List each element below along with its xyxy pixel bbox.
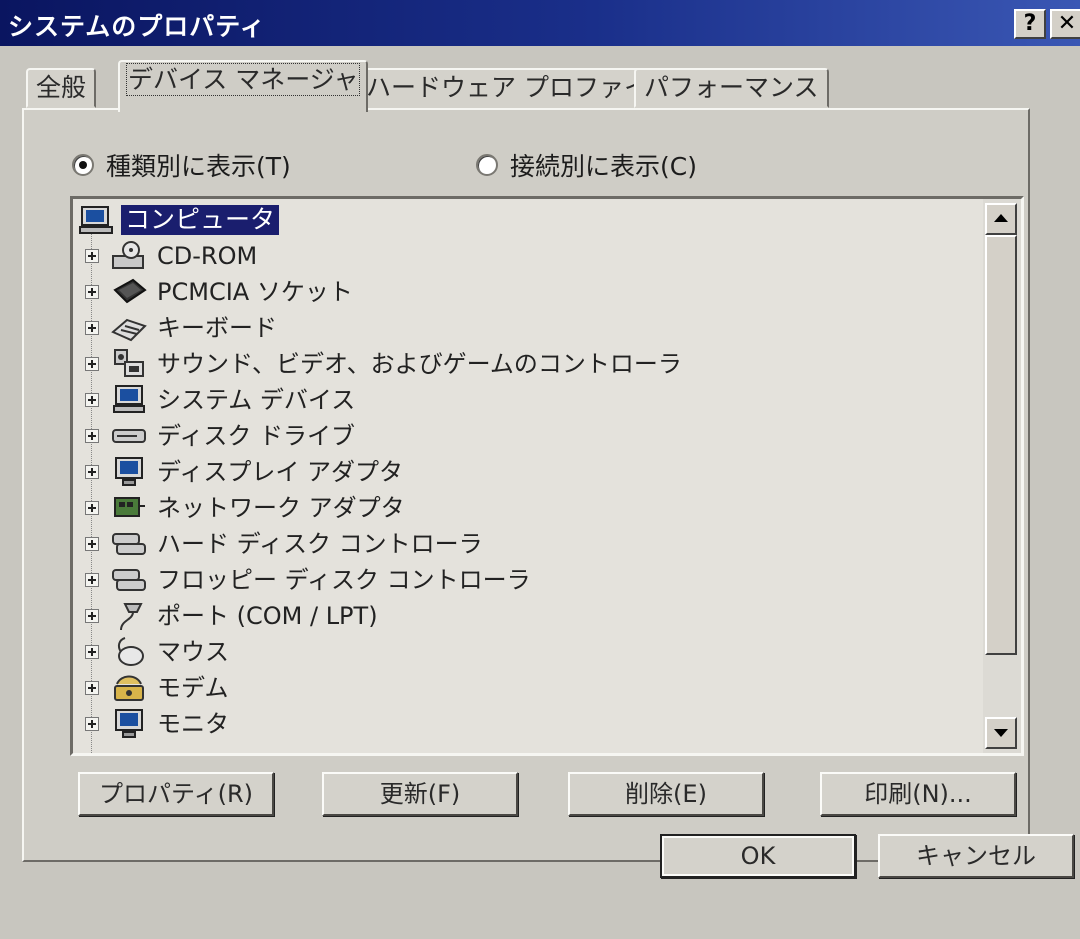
tab-general[interactable]: 全般 [26,68,97,108]
mouse-icon [117,637,144,666]
close-icon: ✕ [1057,11,1077,36]
expand-toggle[interactable] [85,537,99,551]
display-adapter-icon [115,457,143,486]
tab-hardware-profiles-label: ハードウェア プロファイル [366,73,674,102]
tree-item-label: マウス [157,638,229,666]
keyboard-icon [111,318,147,342]
network-adapter-icon [114,497,145,517]
arrow-down-icon [994,729,1008,737]
tree-item-label: モニタ [157,710,229,738]
tree-item-label: ハード ディスク コントローラ [157,530,483,558]
properties-button[interactable]: プロパティ(R) [78,772,274,816]
tab-performance[interactable]: パフォーマンス [634,68,829,108]
expand-toggle[interactable] [85,465,99,479]
expand-toggle[interactable] [85,717,99,731]
tab-performance-label: パフォーマンス [644,73,819,102]
help-icon: ? [1023,11,1037,36]
help-button[interactable]: ? [1014,9,1046,39]
device-manager-panel: 種類別に表示(T) 接続別に表示(C) コンピュータ CD-ROM PCMCIA… [22,108,1030,862]
tree-item-label: ネットワーク アダプタ [157,494,405,522]
tree-item-label: フロッピー ディスク コントローラ [157,566,531,594]
expand-toggle[interactable] [85,573,99,587]
expand-toggle[interactable] [85,609,99,623]
disk-drive-icon [112,429,146,443]
tree-item-label: ディスク ドライブ [157,422,355,450]
dialog-body: 全般 デバイス マネージャ ハードウェア プロファイル パフォーマンス 種類別に… [0,46,1080,939]
computer-icon [79,206,113,234]
expand-toggle[interactable] [85,321,99,335]
close-button[interactable]: ✕ [1050,9,1080,39]
tree-item-label: モデム [157,674,229,702]
tree-scrollbar[interactable] [983,199,1021,753]
tree-item-label: ポート (COM / LPT) [157,602,378,630]
modem-icon [114,675,144,701]
expand-toggle[interactable] [85,501,99,515]
port-icon [120,603,143,631]
tree-connector-line [91,233,92,753]
tree-item-label: システム デバイス [157,386,356,414]
view-by-connection-label: 接続別に表示(C) [510,152,697,181]
expand-toggle[interactable] [85,357,99,371]
view-by-connection-radio[interactable] [476,154,498,176]
tree-item-label: PCMCIA ソケット [157,278,353,306]
scroll-up-button[interactable] [985,203,1017,235]
tree-root-label: コンピュータ [121,205,280,235]
expand-toggle[interactable] [85,429,99,443]
refresh-button[interactable]: 更新(F) [322,772,518,816]
cdrom-icon [112,241,144,269]
print-button[interactable]: 印刷(N)... [820,772,1016,816]
tree-root-computer[interactable]: コンピュータ [79,205,280,235]
tab-general-label: 全般 [36,73,87,102]
tree-item-label: キーボード [157,314,277,342]
device-tree-content: コンピュータ CD-ROM PCMCIA ソケット キーボード サウンド、ビデオ… [73,199,983,753]
system-device-icon [113,385,145,413]
title-bar[interactable]: システムのプロパティ ? ✕ [0,0,1080,46]
expand-toggle[interactable] [85,681,99,695]
monitor-icon [115,709,143,738]
tree-item-label: ディスプレイ アダプタ [157,458,403,486]
device-tree[interactable]: コンピュータ CD-ROM PCMCIA ソケット キーボード サウンド、ビデオ… [70,196,1024,756]
view-by-type-label: 種類別に表示(T) [106,152,291,181]
expand-toggle[interactable] [85,645,99,659]
tab-device-manager-label: デバイス マネージャ [125,63,361,96]
window-title: システムのプロパティ [8,12,266,41]
sound-video-game-icon [114,349,144,377]
expand-toggle[interactable] [85,285,99,299]
view-by-type-radio[interactable] [72,154,94,176]
tab-device-manager[interactable]: デバイス マネージャ [118,60,369,112]
floppy-controller-icon [112,569,146,591]
tree-item-label: CD-ROM [157,242,258,270]
view-by-type-option[interactable]: 種類別に表示(T) [72,148,291,182]
arrow-up-icon [994,214,1008,222]
scroll-down-button[interactable] [985,717,1017,749]
hard-disk-controller-icon [112,533,146,555]
view-by-connection-option[interactable]: 接続別に表示(C) [476,148,697,182]
scroll-thumb[interactable] [985,235,1017,655]
expand-toggle[interactable] [85,393,99,407]
ok-button[interactable]: OK [660,834,856,878]
cancel-button[interactable]: キャンセル [878,834,1074,878]
remove-button[interactable]: 削除(E) [568,772,764,816]
pcmcia-icon [113,278,147,304]
expand-toggle[interactable] [85,249,99,263]
tree-item-label: サウンド、ビデオ、およびゲームのコントローラ [157,350,682,378]
